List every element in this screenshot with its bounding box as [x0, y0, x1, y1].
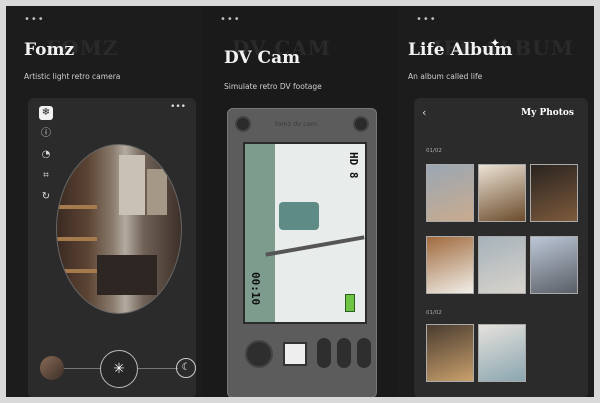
moon-icon[interactable]: ☾	[176, 358, 196, 378]
info-icon[interactable]: ⓘ	[39, 127, 53, 141]
back-icon[interactable]: ‹	[422, 106, 426, 119]
showcase-frame: ••• FOMZ Fomz Artistic light retro camer…	[6, 6, 594, 397]
photo-thumbnail[interactable]	[478, 236, 526, 294]
floor-shape	[97, 255, 157, 295]
car-shape	[279, 202, 319, 230]
my-photos-title: My Photos	[521, 108, 574, 118]
zoom-button[interactable]	[337, 338, 351, 368]
gallery-thumbnail[interactable]	[283, 342, 307, 366]
photo-thumbnail[interactable]	[426, 324, 474, 382]
timer-icon[interactable]: ◔	[39, 148, 53, 162]
viewfinder-oval	[56, 144, 182, 314]
more-icon[interactable]: •••	[170, 102, 186, 112]
lens-icon[interactable]	[245, 340, 273, 368]
fomz-title: Fomz	[24, 40, 75, 60]
dvcam-title: DV Cam	[224, 48, 301, 68]
photo-thumbnail[interactable]	[530, 236, 578, 294]
building-shape	[119, 155, 145, 215]
screw-icon	[353, 116, 369, 132]
album-subtitle: An album called life	[408, 72, 483, 81]
photo-thumbnail[interactable]	[426, 236, 474, 294]
window-dots: •••	[416, 14, 437, 25]
date-label: 01/02	[426, 310, 442, 316]
dv-camera-body: fomz dv cam 00:10 HD 8	[227, 108, 377, 397]
fomz-subtitle: Artistic light retro camera	[24, 72, 121, 81]
building-shape	[147, 169, 167, 215]
shelf-shape	[57, 205, 97, 209]
fomz-screen: ••• ❄ ⓘ ◔ ⌗ ↻ ✳ ☾	[28, 98, 196, 397]
record-button[interactable]	[317, 338, 331, 368]
dvcam-panel: ••• DV CAM DV Cam Simulate retro DV foot…	[202, 6, 398, 397]
shelf-shape	[57, 237, 97, 241]
dvcam-subtitle: Simulate retro DV footage	[224, 82, 322, 91]
date-label: 01/02	[426, 148, 442, 154]
camera-label: fomz dv cam	[275, 120, 318, 128]
flash-button[interactable]	[357, 338, 371, 368]
photo-thumbnail[interactable]	[426, 164, 474, 222]
album-screen: ‹ My Photos 01/02 01/02	[414, 98, 588, 397]
rotate-icon[interactable]: ↻	[39, 190, 53, 204]
photo-thumbnail[interactable]	[478, 324, 526, 382]
filter-toolbar: ❄ ⓘ ◔ ⌗ ↻	[38, 106, 54, 204]
quality-text: HD 8	[347, 152, 360, 179]
timecode-text: 00:10	[249, 272, 262, 306]
window-dots: •••	[24, 14, 45, 25]
camera-viewfinder: 00:10 HD 8	[243, 142, 367, 324]
album-panel: ••• LIFE ALBUM Life Album ✦ An album cal…	[398, 6, 594, 397]
screw-icon	[235, 116, 251, 132]
road-line	[265, 235, 365, 257]
photo-thumbnail[interactable]	[478, 164, 526, 222]
snowflake-icon[interactable]: ❄	[39, 106, 53, 120]
gallery-thumbnail[interactable]	[40, 356, 64, 380]
battery-icon	[345, 294, 355, 312]
grid-icon[interactable]: ⌗	[39, 169, 53, 183]
fomz-panel: ••• FOMZ Fomz Artistic light retro camer…	[6, 6, 202, 397]
photo-thumbnail[interactable]	[530, 164, 578, 222]
sparkle-icon: ✦	[490, 36, 501, 50]
shutter-button[interactable]: ✳	[100, 350, 138, 388]
window-dots: •••	[220, 14, 241, 25]
shelf-shape	[57, 269, 97, 273]
